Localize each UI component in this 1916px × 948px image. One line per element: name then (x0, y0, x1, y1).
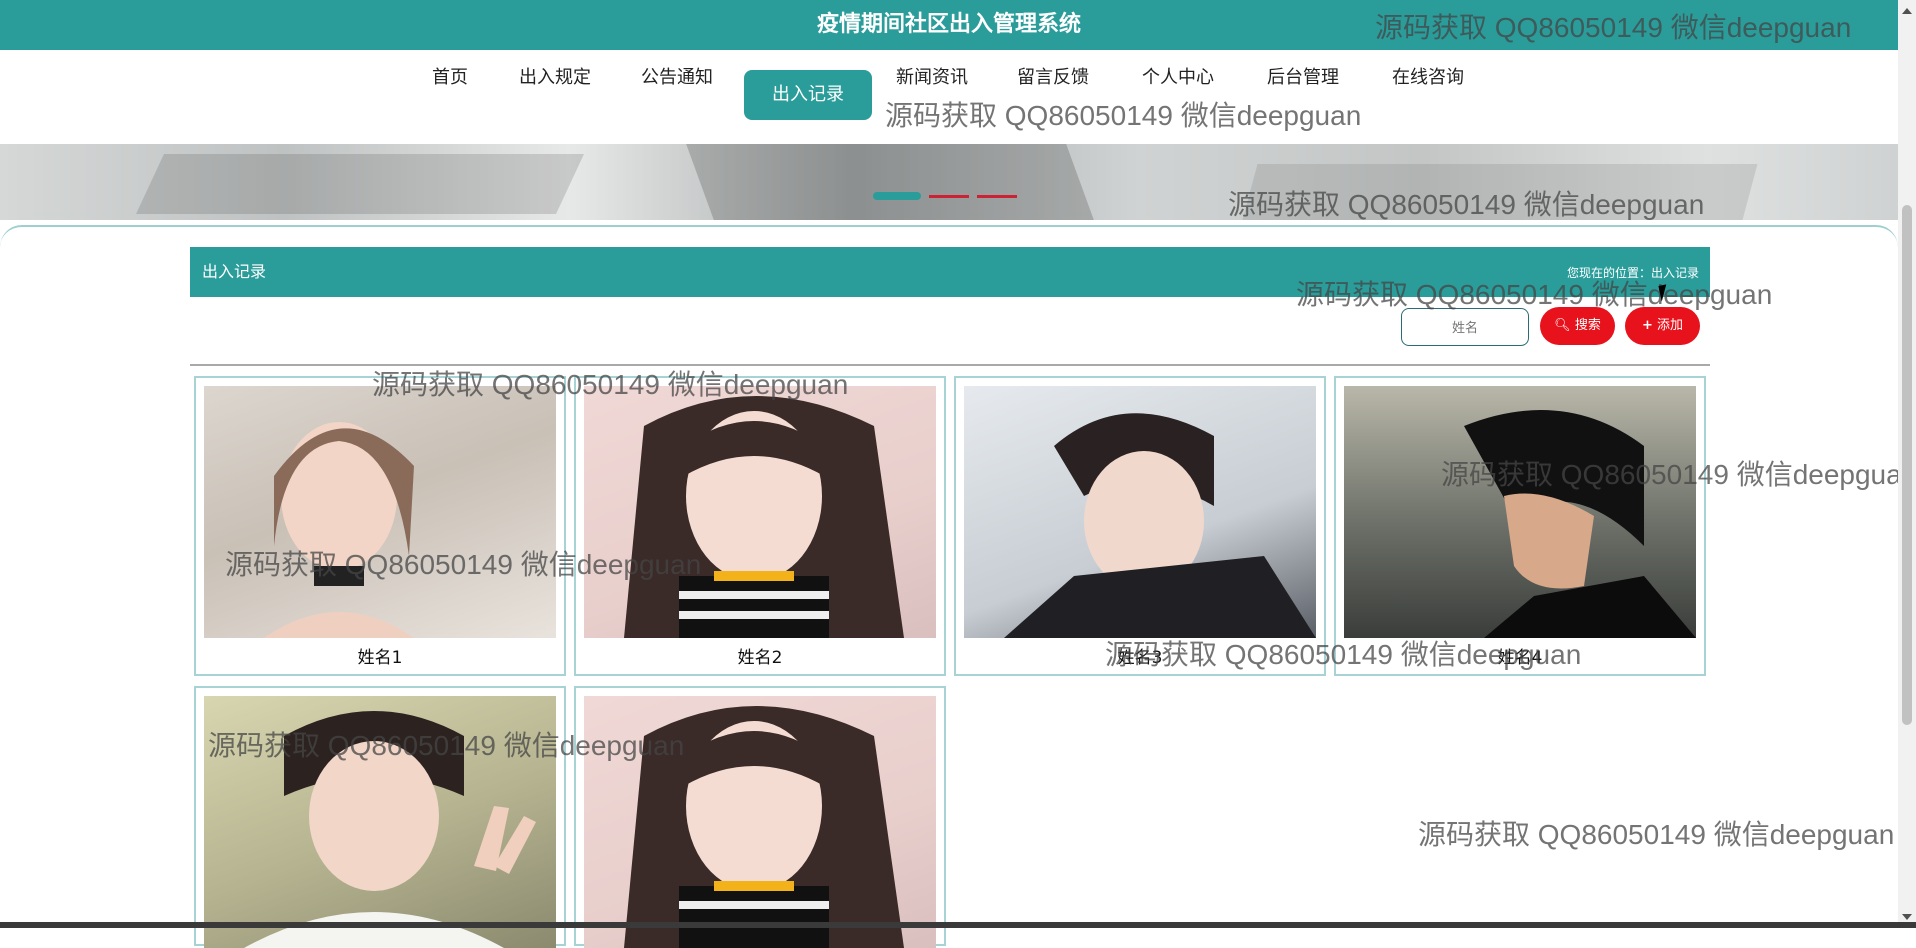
record-photo (584, 696, 936, 948)
record-name: 姓名2 (737, 648, 783, 668)
breadcrumb: 您现在的位置：出入记录 (1566, 266, 1699, 280)
section-header: 出入记录 您现在的位置：出入记录 (190, 247, 1710, 297)
record-card[interactable]: 姓名4 (1334, 376, 1706, 676)
record-card[interactable]: 姓名3 (954, 376, 1326, 676)
record-photo (964, 386, 1316, 638)
record-photo (584, 386, 936, 638)
page-scrollbar[interactable] (1898, 0, 1916, 928)
add-button[interactable]: + 添加 (1625, 307, 1700, 345)
name-search-input[interactable] (1401, 308, 1529, 346)
scrollbar-thumb[interactable] (1902, 205, 1912, 725)
site-title: 疫情期间社区出入管理系统 (816, 12, 1081, 37)
nav-rules[interactable]: 出入规定 (519, 69, 591, 119)
banner-carousel (0, 144, 1898, 220)
nav-feedback[interactable]: 留言反馈 (1017, 69, 1089, 119)
nav-home[interactable]: 首页 (432, 69, 468, 119)
record-photo (204, 386, 556, 638)
add-button-label: 添加 (1657, 318, 1684, 333)
nav-news[interactable]: 新闻资讯 (896, 69, 968, 119)
record-card[interactable] (194, 686, 566, 948)
window-bottom-edge (0, 922, 1916, 928)
banner-image-shade (1242, 164, 1758, 220)
carousel-dot[interactable] (977, 195, 1017, 198)
record-photo (1344, 386, 1696, 638)
nav-records[interactable]: 出入记录 (744, 70, 872, 120)
search-button-label: 搜索 (1574, 318, 1601, 333)
carousel-dot-active[interactable] (873, 192, 921, 200)
scroll-down-arrow-icon[interactable] (1902, 914, 1912, 920)
nav-profile[interactable]: 个人中心 (1142, 69, 1214, 119)
carousel-dot[interactable] (929, 195, 969, 198)
record-card[interactable]: 姓名2 (574, 376, 946, 676)
record-card[interactable] (574, 686, 946, 948)
main-nav: 首页 出入规定 公告通知 出入记录 新闻资讯 留言反馈 个人中心 后台管理 在线… (0, 50, 1898, 144)
banner-image-shade (686, 144, 1094, 220)
search-button[interactable]: 🔍︎ 搜索 (1540, 307, 1615, 345)
record-photo (204, 696, 556, 948)
divider (190, 364, 1710, 366)
nav-notices[interactable]: 公告通知 (641, 69, 713, 119)
banner-image-shade (136, 154, 584, 214)
record-name: 姓名4 (1497, 648, 1543, 668)
section-title: 出入记录 (202, 262, 267, 281)
nav-consult[interactable]: 在线咨询 (1392, 69, 1464, 119)
search-icon: 🔍︎ (1554, 318, 1571, 333)
scroll-up-arrow-icon[interactable] (1902, 8, 1912, 14)
record-name: 姓名3 (1117, 648, 1163, 668)
top-bar: 疫情期间社区出入管理系统 (0, 0, 1898, 50)
record-card[interactable]: 姓名1 (194, 376, 566, 676)
plus-icon: + (1641, 318, 1653, 333)
nav-admin[interactable]: 后台管理 (1267, 69, 1339, 119)
record-name: 姓名1 (357, 648, 403, 668)
